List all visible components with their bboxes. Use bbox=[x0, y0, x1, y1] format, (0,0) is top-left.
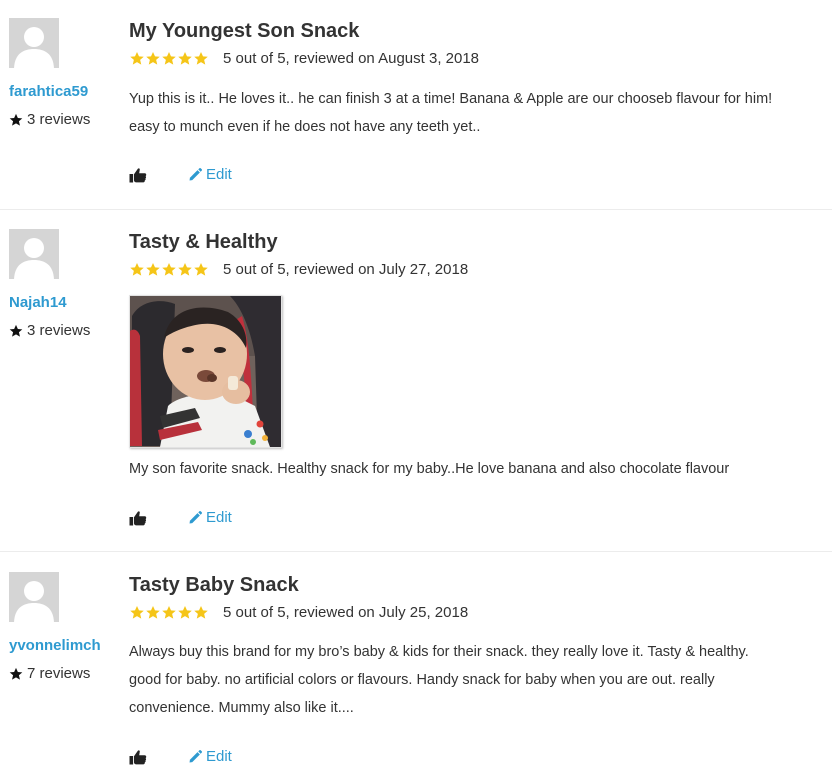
star-icon bbox=[9, 113, 23, 127]
rating-text: 5 out of 5, reviewed on July 25, 2018 bbox=[223, 604, 469, 621]
edit-label: Edit bbox=[206, 509, 232, 526]
rating-text: 5 out of 5, reviewed on August 3, 2018 bbox=[223, 50, 480, 67]
review-card-1: farahtica59 3 reviews My Youngest Son Sn… bbox=[0, 0, 832, 210]
star-icon bbox=[161, 262, 177, 277]
review-actions: Edit bbox=[129, 166, 232, 183]
edit-label: Edit bbox=[206, 166, 232, 183]
user-avatar-icon bbox=[9, 572, 59, 622]
edit-link[interactable]: Edit bbox=[189, 748, 232, 765]
star-icon bbox=[9, 324, 23, 338]
baby-photo-image bbox=[130, 296, 281, 447]
pencil-icon bbox=[189, 750, 202, 763]
star-rating bbox=[129, 262, 209, 277]
star-icon bbox=[177, 51, 193, 66]
pencil-icon bbox=[189, 511, 202, 524]
review-body-line: Always buy this brand for my bro’s baby … bbox=[129, 644, 749, 660]
star-icon bbox=[161, 605, 177, 620]
review-body-line: My son favorite snack. Healthy snack for… bbox=[129, 461, 730, 477]
reviewer-review-count: 7 reviews bbox=[9, 665, 90, 682]
user-avatar-icon bbox=[9, 18, 59, 68]
review-actions: Edit bbox=[129, 748, 232, 765]
thumbs-up-icon[interactable] bbox=[129, 749, 147, 765]
avatar bbox=[9, 229, 59, 279]
star-icon bbox=[9, 667, 23, 681]
review-card-2: Najah14 3 reviews Tasty & Healthy 5 out … bbox=[0, 210, 832, 552]
review-actions: Edit bbox=[129, 509, 232, 526]
reviewer-review-count: 3 reviews bbox=[9, 111, 90, 128]
rating-row: 5 out of 5, reviewed on July 25, 2018 bbox=[129, 604, 468, 621]
review-body: My son favorite snack. Healthy snack for… bbox=[129, 455, 829, 483]
star-icon bbox=[129, 262, 145, 277]
reviewer-username[interactable]: Najah14 bbox=[9, 294, 67, 311]
star-icon bbox=[177, 262, 193, 277]
user-avatar-icon bbox=[9, 229, 59, 279]
review-body: Always buy this brand for my bro’s baby … bbox=[129, 638, 829, 722]
star-icon bbox=[129, 605, 145, 620]
avatar bbox=[9, 572, 59, 622]
review-body-line: convenience. Mummy also like it.... bbox=[129, 700, 354, 716]
review-body-line: good for baby. no artificial colors or f… bbox=[129, 672, 715, 688]
pencil-icon bbox=[189, 168, 202, 181]
thumbs-up-icon[interactable] bbox=[129, 510, 147, 526]
review-count-label: 3 reviews bbox=[27, 322, 91, 339]
star-rating bbox=[129, 605, 209, 620]
rating-text: 5 out of 5, reviewed on July 27, 2018 bbox=[223, 261, 469, 278]
review-card-3: yvonnelimch 7 reviews Tasty Baby Snack 5… bbox=[0, 552, 832, 780]
reviewer-username[interactable]: yvonnelimch bbox=[9, 637, 101, 654]
rating-row: 5 out of 5, reviewed on August 3, 2018 bbox=[129, 50, 479, 67]
review-photo[interactable] bbox=[129, 295, 282, 448]
star-rating bbox=[129, 51, 209, 66]
edit-label: Edit bbox=[206, 748, 232, 765]
review-body-line: easy to munch even if he does not have a… bbox=[129, 119, 481, 135]
edit-link[interactable]: Edit bbox=[189, 509, 232, 526]
star-icon bbox=[129, 51, 145, 66]
review-title: My Youngest Son Snack bbox=[129, 20, 360, 42]
review-title: Tasty & Healthy bbox=[129, 231, 278, 253]
review-count-label: 3 reviews bbox=[27, 111, 91, 128]
review-title: Tasty Baby Snack bbox=[129, 574, 299, 596]
reviewer-username[interactable]: farahtica59 bbox=[9, 83, 88, 100]
edit-link[interactable]: Edit bbox=[189, 166, 232, 183]
star-icon bbox=[161, 51, 177, 66]
review-count-label: 7 reviews bbox=[27, 665, 91, 682]
avatar bbox=[9, 18, 59, 68]
rating-row: 5 out of 5, reviewed on July 27, 2018 bbox=[129, 261, 468, 278]
review-body: Yup this is it.. He loves it.. he can fi… bbox=[129, 85, 829, 141]
star-icon bbox=[193, 605, 209, 620]
star-icon bbox=[193, 51, 209, 66]
review-body-line: Yup this is it.. He loves it.. he can fi… bbox=[129, 91, 773, 107]
star-icon bbox=[177, 605, 193, 620]
star-icon bbox=[145, 605, 161, 620]
star-icon bbox=[193, 262, 209, 277]
star-icon bbox=[145, 51, 161, 66]
reviewer-review-count: 3 reviews bbox=[9, 322, 90, 339]
star-icon bbox=[145, 262, 161, 277]
thumbs-up-icon[interactable] bbox=[129, 167, 147, 183]
